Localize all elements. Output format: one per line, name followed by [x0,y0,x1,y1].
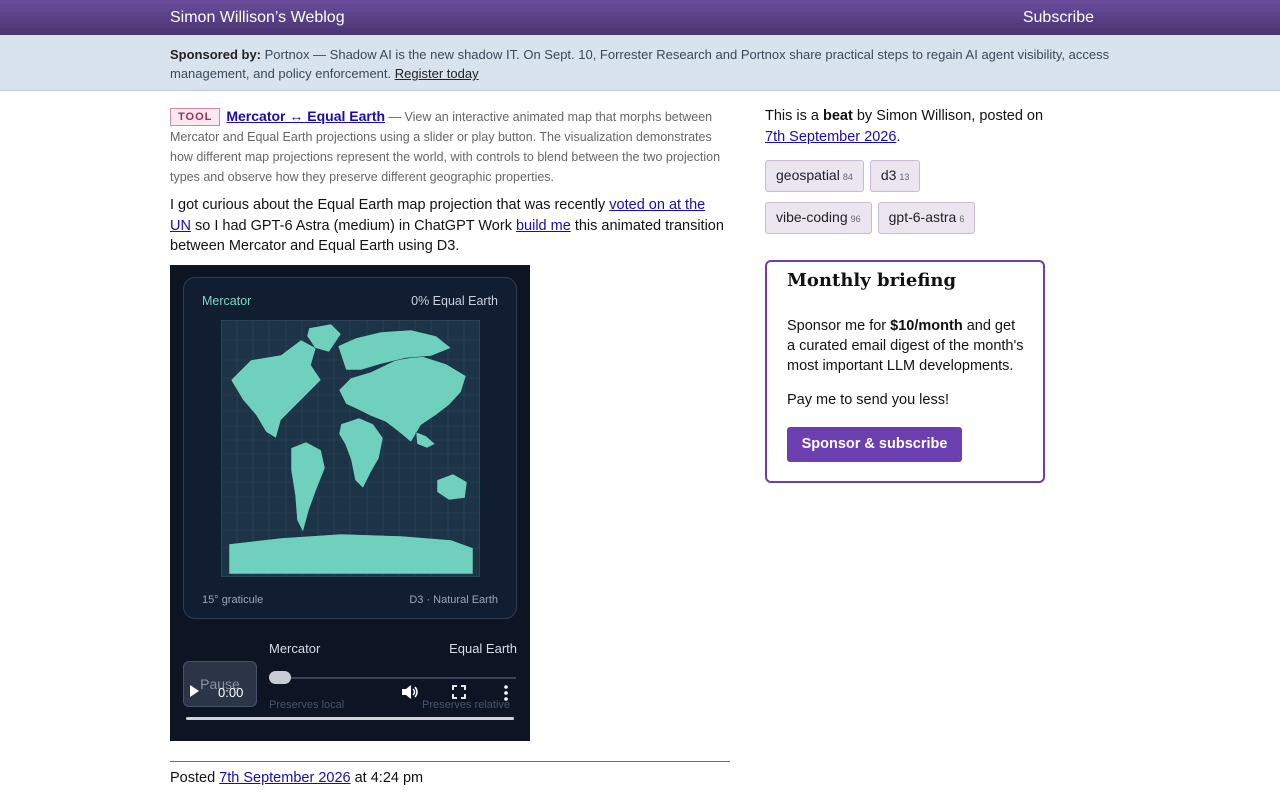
beat-end: . [896,129,901,145]
map-card: Mercator 0% Equal Earth 15° graticule D3… [183,277,517,619]
tag-d3[interactable]: d3 13 [869,160,921,192]
tool-badge: TOOL [170,108,221,126]
tag-vibe-coding[interactable]: vibe-coding 96 [765,202,872,234]
tag-name: gpt-6-astra [888,209,957,225]
ghost-caption-left: Preserves local [269,699,345,711]
projection-slider-track[interactable] [269,677,516,679]
world-map [221,320,480,577]
posted-date-link[interactable]: 7th September 2026 [219,770,350,786]
tag-gpt-6-astra[interactable]: gpt-6-astra 6 [877,202,976,234]
video-progress-bar[interactable] [186,717,514,720]
site-brand-link[interactable]: Simon Willison’s Weblog [170,9,345,27]
tag-name: d3 [880,167,897,183]
tag-count: 84 [842,172,853,182]
tool-title-link[interactable]: Mercator ↔ Equal Earth [226,108,385,124]
main-content: TOOL Mercator ↔ Equal Earth — View an int… [170,106,730,741]
posted-divider [170,761,730,762]
briefing-price: $10/month [890,318,963,334]
tag-count: 6 [959,214,965,224]
tag-count: 13 [899,172,910,182]
posted-line: Posted 7th September 2026 at 4:24 pm [170,770,423,786]
beat-prefix: This is a [765,108,824,124]
build-me-link[interactable]: build me [516,218,571,234]
briefing-tagline: Pay me to send you less! [787,392,949,408]
more-options-icon[interactable] [503,685,509,701]
sponsor-text: Sponsored by: Portnox — Shadow AI is the… [170,45,1120,83]
sponsor-banner: Sponsored by: Portnox — Shadow AI is the… [0,35,1280,91]
body-text-2: so I had GPT-6 Astra (medium) in ChatGPT… [190,217,516,234]
subscribe-link[interactable]: Subscribe [1023,9,1094,27]
beat-word: beat [823,108,853,124]
tag-list: geospatial 84 d3 13 vibe-coding 96 gpt-6-astr… [765,160,1045,244]
projection-slider-thumb[interactable] [269,671,291,684]
ghost-caption-right: Preserves relative [422,699,511,711]
beat-date-link[interactable]: 7th September 2026 [765,129,896,145]
video-time: 0:00 [218,685,244,700]
video-player[interactable]: Mercator 0% Equal Earth 15° graticule D3… [170,265,530,741]
register-link[interactable]: Register today [395,66,479,81]
tag-geospatial[interactable]: geospatial 84 [765,160,864,192]
monthly-briefing-box: Monthly briefing Sponsor me for $10/mont… [765,260,1045,483]
sponsor-message: Portnox — Shadow AI is the new shadow IT… [170,47,1110,81]
briefing-text-a: Sponsor me for [787,318,891,334]
posted-time: at 4:24 pm [350,770,424,786]
beat-info: This is a beat by Simon Willison, posted… [765,106,1045,148]
briefing-title: Monthly briefing [787,270,957,291]
data-source-label: D3 · Natural Earth [409,594,498,606]
sponsor-subscribe-button[interactable]: Sponsor & subscribe [787,427,962,462]
pause-button[interactable]: Pause [183,661,257,707]
graticule-label: 15° graticule [202,594,264,606]
play-icon[interactable] [190,685,199,697]
briefing-description: Sponsor me for $10/month and get a curat… [787,316,1027,376]
fullscreen-icon[interactable] [452,685,466,699]
tag-name: geospatial [776,167,840,183]
slider-left-label: Mercator [269,641,321,656]
sponsor-label: Sponsored by: [170,47,262,62]
body-text-1: I got curious about the Equal Earth map … [170,197,610,213]
sidebar: This is a beat by Simon Willison, posted… [765,106,1045,483]
top-bar: Simon Willison’s Weblog Subscribe [0,0,1280,35]
tool-entry: TOOL Mercator ↔ Equal Earth — View an int… [170,106,730,187]
slider-right-label: Equal Earth [449,641,517,656]
post-body: I got curious about the Equal Earth map … [170,195,730,257]
tag-count: 96 [850,214,861,224]
tag-name: vibe-coding [776,209,848,225]
volume-icon[interactable] [401,684,419,700]
posted-prefix: Posted [170,770,220,786]
projection-label: Mercator [202,294,252,308]
beat-mid: by Simon Willison, posted on [852,108,1044,124]
blend-percent-label: 0% Equal Earth [411,294,498,308]
